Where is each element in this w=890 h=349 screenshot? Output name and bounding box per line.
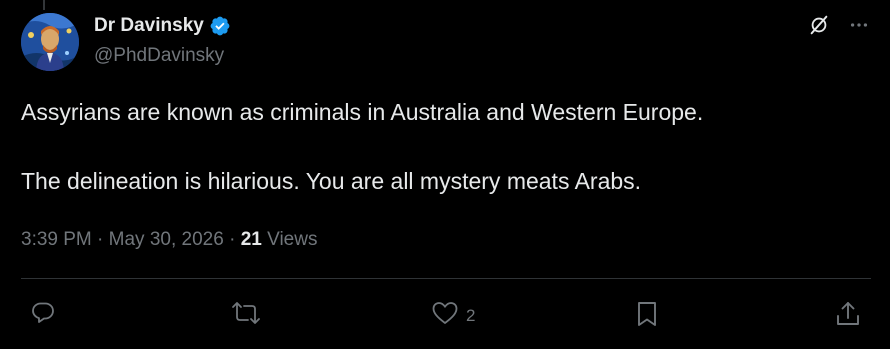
bookmark-icon (635, 300, 659, 333)
tweet-metadata: 3:39 PM · May 30, 2026 · 21 Views (21, 229, 317, 251)
grok-icon[interactable] (808, 14, 830, 36)
avatar[interactable] (21, 13, 79, 71)
like-count: 2 (466, 305, 476, 325)
like-button[interactable]: 2 (431, 300, 475, 331)
views-count: 21 (240, 229, 262, 250)
retweet-button[interactable] (229, 300, 270, 331)
views-label: Views (267, 229, 318, 250)
thread-connector-line (43, 0, 45, 10)
author-handle[interactable]: @PhdDavinsky (94, 45, 224, 67)
author-display-name[interactable]: Dr Davinsky (94, 15, 204, 37)
more-options-icon[interactable] (848, 14, 870, 36)
tweet-time[interactable]: 3:39 PM (21, 229, 92, 250)
share-icon (835, 300, 861, 333)
reply-icon (31, 300, 55, 329)
tweet-date[interactable]: May 30, 2026 (109, 229, 224, 250)
tweet-paragraph: The delineation is hilarious. You are al… (21, 168, 642, 194)
divider (21, 278, 871, 279)
retweet-icon (229, 300, 263, 331)
reply-button[interactable] (31, 300, 62, 329)
meta-separator: · (97, 229, 109, 250)
tweet-paragraph: Assyrians are known as criminals in Aust… (21, 99, 704, 125)
bookmark-button[interactable] (635, 300, 659, 333)
meta-separator: · (229, 229, 241, 250)
verified-badge-icon[interactable] (209, 15, 231, 37)
share-button[interactable] (835, 300, 861, 333)
heart-icon (431, 300, 459, 331)
tweet-text: Assyrians are known as criminals in Aust… (21, 95, 871, 198)
